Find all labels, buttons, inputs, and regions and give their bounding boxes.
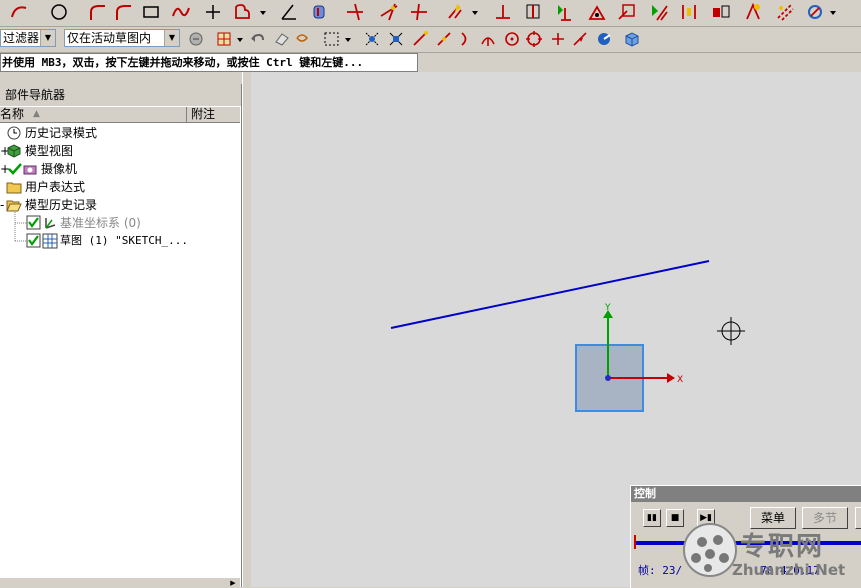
tree-item-label: 基准坐标系 (0) (60, 216, 141, 230)
tree-item-label: 用户表达式 (25, 180, 86, 194)
center-icon[interactable] (502, 29, 522, 49)
intersection-icon[interactable] (478, 29, 498, 49)
model-views-icon (7, 144, 21, 158)
crosshair-cursor-icon (717, 317, 745, 345)
dropdown-arrow-icon[interactable] (344, 29, 352, 49)
arc-icon[interactable] (8, 1, 30, 23)
timeline-marker[interactable] (634, 535, 636, 549)
tree-item-label: 历史记录模式 (25, 126, 98, 140)
sort-arrow-icon: ▲ (33, 109, 40, 119)
alternate-solution-icon[interactable] (710, 1, 732, 23)
folder-icon (6, 182, 22, 194)
show-no-constraints-icon[interactable] (648, 1, 670, 23)
convert-reference-icon[interactable] (774, 1, 796, 23)
corner-icon[interactable] (408, 1, 430, 23)
selection-toolbar: 过滤器 ▼ 仅在活动草图内 ▼ (0, 27, 861, 53)
show-constraints-icon[interactable] (616, 1, 638, 23)
type-filter-dropdown[interactable]: 过滤器 ▼ (0, 29, 56, 47)
horizontal-constraint-icon[interactable] (522, 1, 544, 23)
quick-edit-icon[interactable] (444, 1, 466, 23)
navigator-title: 部件导航器 (0, 84, 241, 106)
perpendicular-constraint-icon[interactable] (492, 1, 514, 23)
vertical-constraint-icon[interactable] (554, 1, 576, 23)
tree-connector (14, 212, 26, 242)
extend-icon[interactable] (378, 1, 400, 23)
quadrant-icon[interactable] (524, 29, 544, 49)
existing-point-icon[interactable] (548, 29, 568, 49)
line-icon[interactable] (410, 29, 430, 49)
step-back-button[interactable]: ▮▮ (643, 509, 661, 527)
tree-item-label: 草图 (1) "SKETCH_... (60, 234, 188, 247)
datum-csys-icon (45, 218, 56, 229)
sketch-line[interactable] (390, 260, 710, 329)
y-axis-label: Y (604, 303, 611, 313)
collapse-icon[interactable]: - (0, 196, 4, 214)
tangent-icon[interactable] (456, 29, 476, 49)
more-icon[interactable] (804, 1, 826, 23)
clock-icon (7, 126, 21, 140)
dropdown-arrow-icon[interactable] (258, 1, 268, 23)
filter-value: 过滤器 (3, 31, 40, 45)
x-axis-arrow-icon (667, 373, 675, 383)
horizontal-scrollbar[interactable]: ▶ (0, 577, 240, 588)
point-on-curve-icon[interactable] (570, 29, 590, 49)
chevron-down-icon[interactable]: ▼ (40, 30, 55, 46)
dropdown-arrow-icon[interactable] (236, 29, 244, 49)
chevron-down-icon[interactable]: ▼ (164, 30, 179, 46)
angle-dimension-icon[interactable] (278, 1, 300, 23)
tree-item-label: 模型历史记录 (25, 198, 98, 212)
redo-icon[interactable] (272, 29, 292, 49)
studio-spline-icon[interactable] (170, 1, 192, 23)
circle-icon[interactable] (48, 1, 70, 23)
csys-origin (605, 375, 611, 381)
cue-line-filler (419, 53, 861, 72)
column-name-label: 名称 (0, 107, 25, 121)
fillet-icon[interactable] (86, 1, 108, 23)
rotate-icon[interactable] (292, 29, 312, 49)
cylinder-icon[interactable] (308, 1, 330, 23)
part-navigator: 部件导航器 名称 ▲ 附注 历史记录模式 + 模型视图 + 摄像机 用户表达式 … (0, 84, 242, 588)
sketch-curve-toolbar (0, 0, 861, 27)
tree-item-label: 模型视图 (25, 144, 74, 158)
column-note-header[interactable]: 附注 (188, 107, 243, 123)
rectangle-icon[interactable] (140, 1, 162, 23)
sketch-icon (42, 233, 58, 249)
trim-icon[interactable] (344, 1, 366, 23)
snap-icon[interactable] (214, 29, 234, 49)
x-axis-label: X (677, 375, 683, 385)
point-snap-icon[interactable] (362, 29, 382, 49)
undo-icon[interactable] (248, 29, 268, 49)
fillet-icon[interactable] (112, 1, 134, 23)
resource-bar (242, 72, 251, 587)
checkmark-icon (8, 163, 22, 175)
selection-scope-dropdown[interactable]: 仅在活动草图内 ▼ (64, 29, 180, 47)
point-icon[interactable] (202, 1, 224, 23)
grid-snap-icon[interactable] (386, 29, 406, 49)
dropdown-arrow-icon[interactable] (828, 1, 838, 23)
control-panel-title: 控制 (631, 486, 861, 502)
watermark-title: 专职网 (740, 532, 825, 562)
watermark-url: Zhuanzhi.Net (732, 561, 846, 579)
point-on-surface-icon[interactable] (594, 29, 614, 49)
folder-open-icon (6, 200, 22, 212)
column-name-header[interactable]: 名称 ▲ (0, 107, 187, 123)
inferred-settings-icon[interactable] (742, 1, 764, 23)
view-cube-icon[interactable] (622, 29, 642, 49)
select-icon[interactable] (186, 29, 206, 49)
stop-icon: ■ (670, 513, 680, 523)
scope-value: 仅在活动草图内 (67, 31, 152, 45)
dropdown-arrow-icon[interactable] (470, 1, 480, 23)
camera-icon (23, 165, 37, 175)
rectangle-select-icon[interactable] (322, 29, 342, 49)
frame-label: 帧: 23/ (638, 564, 683, 577)
navigator-header: 名称 ▲ 附注 (0, 106, 240, 123)
arc-icon[interactable] (434, 29, 454, 49)
step-back-icon: ▮▮ (647, 513, 657, 523)
tree-item-label: 摄像机 (41, 162, 78, 176)
constraint-display-icon[interactable] (678, 1, 700, 23)
inferred-dimension-icon[interactable] (586, 1, 608, 23)
cue-line: 并使用 MB3，双击，按下左键并拖动来移动，或按住 Ctrl 键和左键... (0, 53, 418, 72)
profile-icon[interactable] (232, 1, 254, 23)
